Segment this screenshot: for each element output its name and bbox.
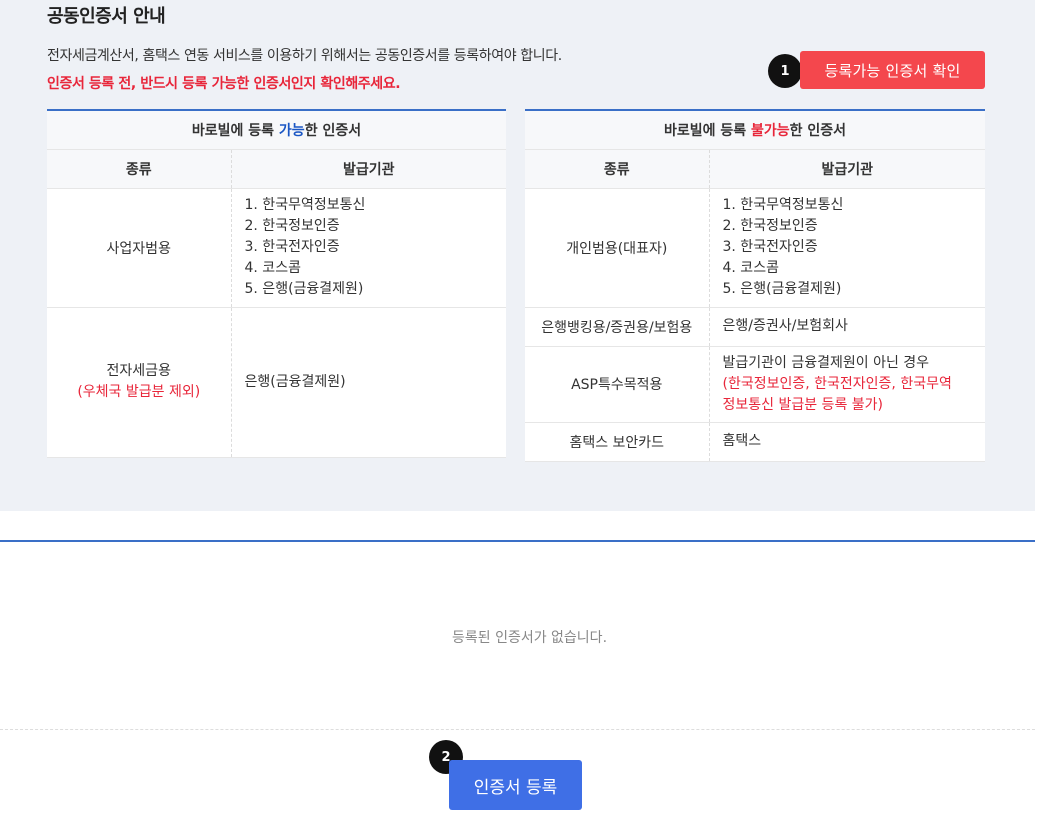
cert-kind: 사업자범용	[47, 188, 232, 308]
unavailable-certificates-table: 바로빌에 등록 불가능한 인증서 종류 발급기관 개인범용(대표자) 1. 한국…	[525, 109, 985, 462]
issuer-item: 2. 한국정보인증	[244, 218, 340, 234]
issuer-item: 1. 한국무역정보통신	[722, 197, 844, 213]
issuer-item: 5. 은행(금융결제원)	[722, 281, 842, 297]
column-header-issuer: 발급기관	[709, 149, 985, 189]
available-certificates-table: 바로빌에 등록 가능한 인증서 종류 발급기관 사업자범용 1. 한국무역정보통…	[47, 109, 506, 458]
column-header-kind: 종류	[525, 149, 710, 189]
table-row: ASP특수목적용 발급기관이 금융결제원이 아닌 경우 (한국정보인증, 한국전…	[525, 346, 985, 423]
cert-kind: ASP특수목적용	[525, 346, 710, 423]
column-header-kind: 종류	[47, 149, 232, 189]
cert-issuer: 은행(금융결제원)	[231, 307, 506, 458]
issuer-item: 2. 한국정보인증	[722, 218, 818, 234]
cert-issuer-note: 정보통신 발급분 등록 불가)	[722, 396, 884, 413]
cert-issuer: 은행/증권사/보험회사	[709, 307, 985, 347]
table-row: 홈택스 보안카드 홈택스	[525, 422, 985, 462]
cert-issuer-note: (한국정보인증, 한국전자인증, 한국무역	[722, 375, 952, 392]
issuer-item: 1. 한국무역정보통신	[244, 197, 366, 213]
cert-kind: 은행뱅킹용/증권용/보험용	[525, 307, 710, 347]
table-row: 개인범용(대표자) 1. 한국무역정보통신 2. 한국정보인증 3. 한국전자인…	[525, 188, 985, 308]
section-divider	[0, 540, 1035, 542]
empty-certificate-message: 등록된 인증서가 없습니다.	[451, 630, 608, 646]
cert-kind: 홈택스 보안카드	[525, 422, 710, 462]
cert-issuer: 홈택스	[709, 422, 985, 462]
certificate-info-panel: 공동인증서 안내 전자세금계산서, 홈택스 연동 서비스를 이용하기 위해서는 …	[0, 0, 1035, 511]
register-certificate-button[interactable]: 인증서 등록	[449, 760, 582, 810]
cert-kind: 개인범용(대표자)	[525, 188, 710, 308]
unavailable-table-caption: 바로빌에 등록 불가능한 인증서	[525, 109, 985, 150]
issuer-item: 3. 한국전자인증	[244, 239, 340, 255]
dashed-divider	[0, 729, 1035, 730]
description-text: 전자세금계산서, 홈택스 연동 서비스를 이용하기 위해서는 공동인증서를 등록…	[47, 48, 562, 64]
table-row: 사업자범용 1. 한국무역정보통신 2. 한국정보인증 3. 한국전자인증 4.…	[47, 188, 506, 308]
cert-kind-note: (우체국 발급분 제외)	[77, 384, 201, 400]
cert-issuer-list: 1. 한국무역정보통신 2. 한국정보인증 3. 한국전자인증 4. 코스콤 5…	[709, 188, 985, 308]
issuer-item: 3. 한국전자인증	[722, 239, 818, 255]
cert-kind: 전자세금용 (우체국 발급분 제외)	[47, 307, 232, 458]
page-title: 공동인증서 안내	[47, 6, 166, 27]
issuer-item: 5. 은행(금융결제원)	[244, 281, 364, 297]
check-available-certificates-button[interactable]: 등록가능 인증서 확인	[800, 51, 985, 89]
available-table-caption: 바로빌에 등록 가능한 인증서	[47, 109, 506, 150]
column-header-issuer: 발급기관	[231, 149, 506, 189]
issuer-item: 4. 코스콤	[244, 260, 301, 276]
cert-issuer: 발급기관이 금융결제원이 아닌 경우 (한국정보인증, 한국전자인증, 한국무역…	[709, 346, 985, 423]
cert-issuer-list: 1. 한국무역정보통신 2. 한국정보인증 3. 한국전자인증 4. 코스콤 5…	[231, 188, 506, 308]
table-row: 은행뱅킹용/증권용/보험용 은행/증권사/보험회사	[525, 307, 985, 347]
issuer-item: 4. 코스콤	[722, 260, 779, 276]
table-row: 전자세금용 (우체국 발급분 제외) 은행(금융결제원)	[47, 307, 506, 458]
step-1-badge: 1	[768, 54, 802, 88]
warning-text: 인증서 등록 전, 반드시 등록 가능한 인증서인지 확인해주세요.	[47, 76, 401, 92]
